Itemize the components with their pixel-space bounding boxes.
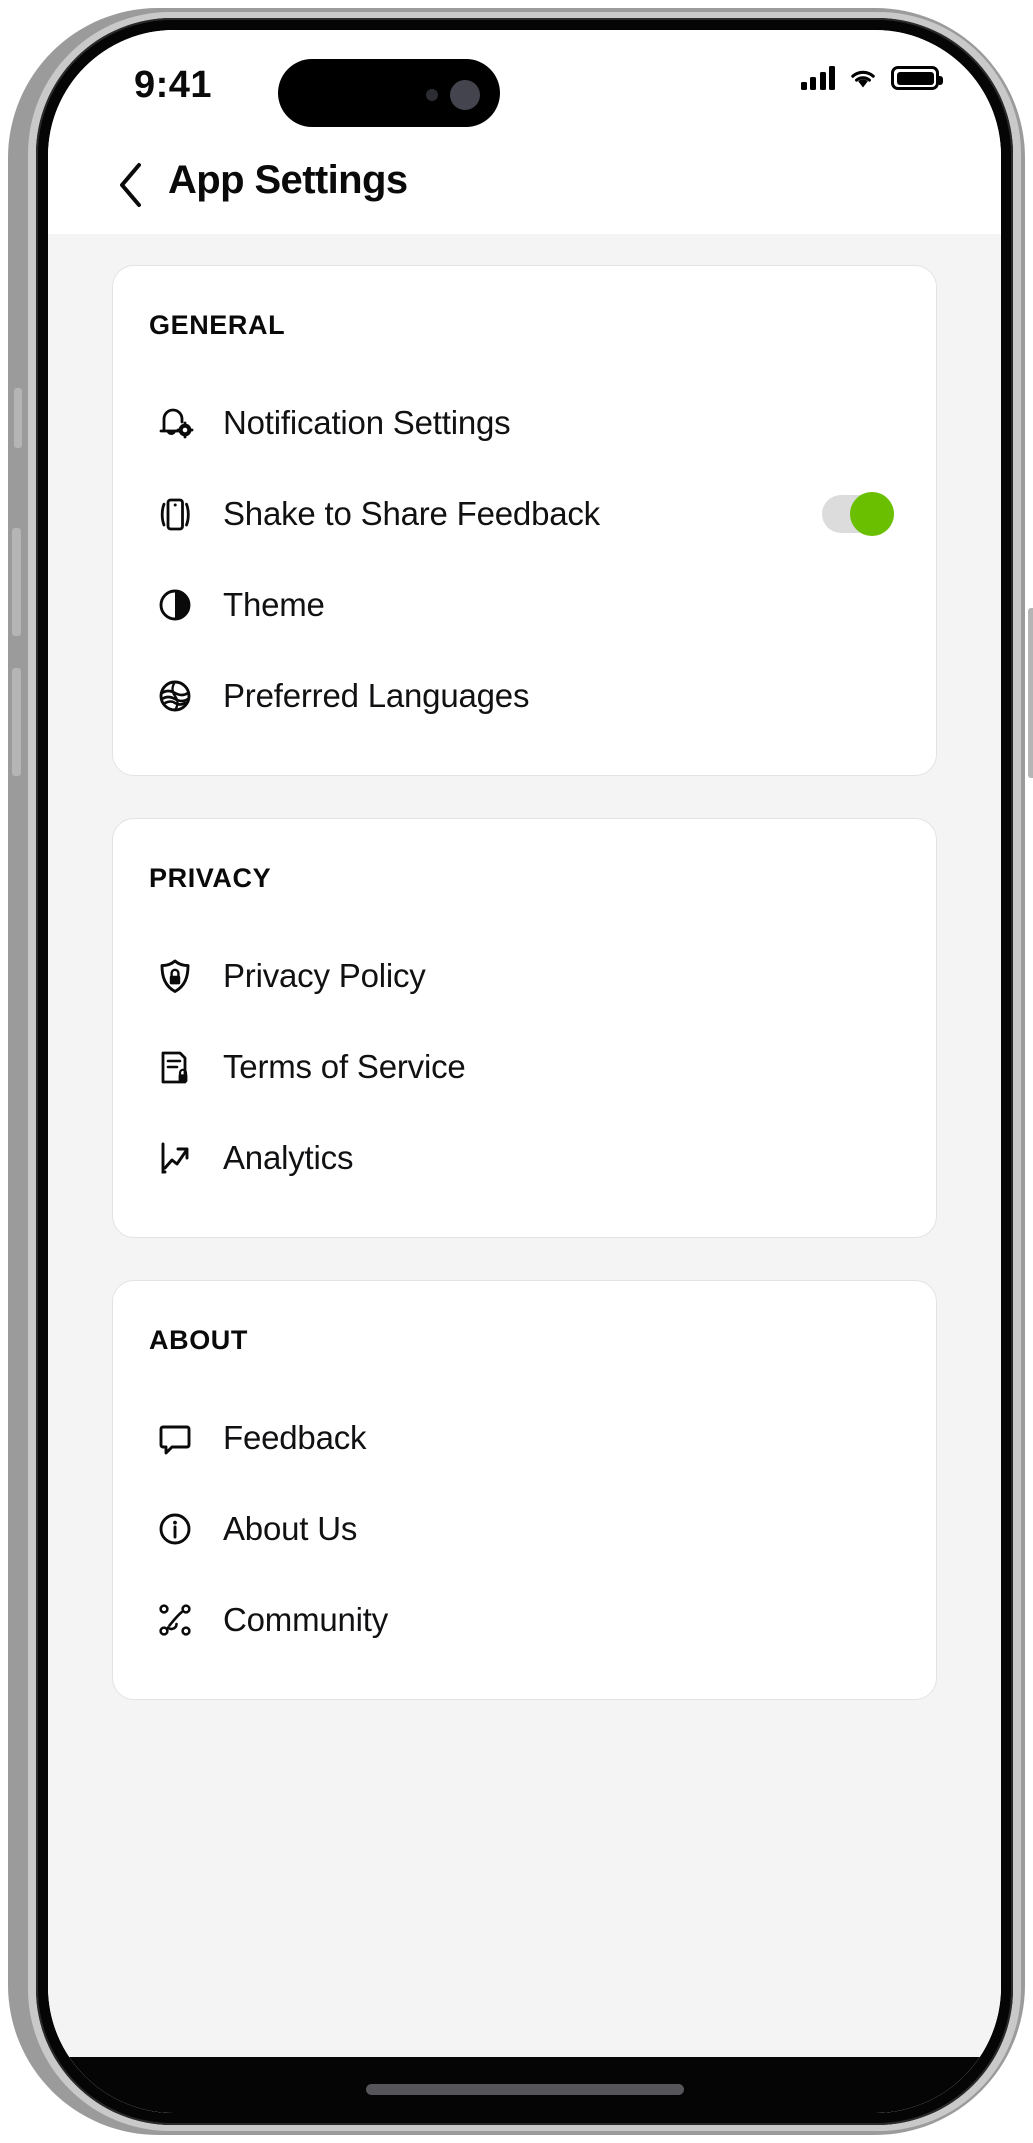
- front-camera-icon: [450, 80, 480, 110]
- dynamic-island: [278, 59, 500, 127]
- language-globe-icon: [149, 670, 201, 722]
- settings-card-general: GENERAL Notification Settings Shake to S…: [112, 265, 937, 776]
- chevron-left-icon: [120, 163, 141, 207]
- settings-row-label: Theme: [223, 585, 325, 623]
- volume-down-button[interactable]: [12, 668, 21, 776]
- settings-row-notification-settings[interactable]: Notification Settings: [113, 377, 936, 468]
- settings-row-terms-of-service[interactable]: Terms of Service: [113, 1021, 936, 1112]
- settings-row-label: Preferred Languages: [223, 676, 530, 714]
- settings-row-label: Feedback: [223, 1418, 367, 1456]
- silent-switch-button[interactable]: [14, 388, 22, 448]
- settings-card-privacy: PRIVACY Privacy Policy Terms of Service …: [112, 818, 937, 1238]
- settings-row-preferred-languages[interactable]: Preferred Languages: [113, 650, 936, 741]
- settings-row-label: Community: [223, 1600, 389, 1638]
- section-title-general: GENERAL: [149, 310, 286, 340]
- settings-row-label: Notification Settings: [223, 403, 511, 441]
- info-circle-icon: [149, 1503, 201, 1555]
- phone-screen: 9:41 App Settings GENERAL Notification S…: [48, 30, 1001, 2113]
- home-indicator[interactable]: [365, 2084, 684, 2095]
- document-lock-icon: [149, 1041, 201, 1093]
- cellular-signal-icon: [800, 66, 835, 90]
- section-title-privacy: PRIVACY: [149, 863, 272, 893]
- settings-row-community[interactable]: Community: [113, 1574, 936, 1665]
- toggle-knob: [850, 491, 894, 536]
- settings-row-label: Analytics: [223, 1138, 354, 1176]
- settings-row-theme[interactable]: Theme: [113, 559, 936, 650]
- settings-row-label: Privacy Policy: [223, 956, 426, 994]
- volume-up-button[interactable]: [12, 528, 21, 636]
- back-button[interactable]: [106, 160, 156, 210]
- contrast-half-circle-icon: [149, 579, 201, 631]
- trending-up-icon: [149, 1132, 201, 1184]
- speech-bubble-icon: [149, 1412, 201, 1464]
- page-title: App Settings: [168, 158, 408, 202]
- settings-row-privacy-policy[interactable]: Privacy Policy: [113, 930, 936, 1021]
- settings-row-shake-to-share-feedback[interactable]: Shake to Share Feedback: [113, 468, 936, 559]
- section-title-about: ABOUT: [149, 1325, 248, 1355]
- wifi-icon: [848, 66, 878, 90]
- face-id-sensor-icon: [426, 89, 438, 101]
- navigation-bar: App Settings: [48, 138, 1001, 234]
- status-icons: [800, 66, 943, 90]
- settings-row-about-us[interactable]: About Us: [113, 1483, 936, 1574]
- battery-full-icon: [891, 66, 943, 90]
- settings-row-label: About Us: [223, 1509, 358, 1547]
- bell-gear-icon: [149, 397, 201, 449]
- phone-frame-outer: 9:41 App Settings GENERAL Notification S…: [8, 8, 1033, 2135]
- shield-lock-icon: [149, 950, 201, 1002]
- settings-row-feedback[interactable]: Feedback: [113, 1392, 936, 1483]
- settings-row-label: Shake to Share Feedback: [223, 494, 600, 532]
- settings-row-label: Terms of Service: [223, 1047, 466, 1085]
- settings-scroll-area[interactable]: GENERAL Notification Settings Shake to S…: [48, 234, 1001, 2113]
- settings-card-about: ABOUT Feedback About Us Community: [112, 1280, 937, 1700]
- power-button[interactable]: [1028, 608, 1033, 778]
- network-nodes-icon: [149, 1594, 201, 1646]
- status-bar: 9:41: [48, 30, 1001, 138]
- settings-row-analytics[interactable]: Analytics: [113, 1112, 936, 1203]
- status-time: 9:41: [134, 64, 213, 106]
- shake-to-share-toggle[interactable]: [822, 491, 894, 536]
- phone-shake-icon: [149, 488, 201, 540]
